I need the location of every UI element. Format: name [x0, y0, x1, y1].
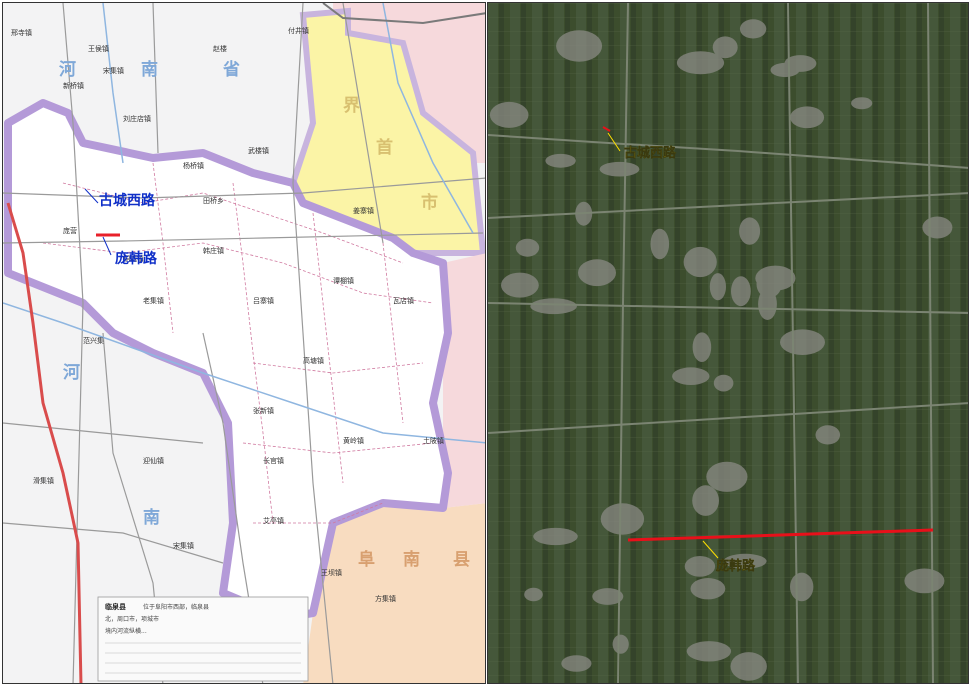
village-cluster [650, 228, 670, 260]
village-cluster [692, 332, 712, 363]
village-cluster [755, 265, 796, 291]
place-name: 宋集镇 [103, 66, 124, 75]
place-name: 老集镇 [143, 296, 164, 305]
village-cluster [922, 216, 953, 239]
region-char: 界 [343, 96, 360, 116]
village-cluster [686, 641, 732, 662]
village-cluster [545, 153, 576, 168]
region-char: 南 [403, 549, 420, 570]
place-name: 谭棚镇 [333, 276, 354, 285]
village-cluster [780, 329, 825, 356]
place-name: 张新镇 [253, 406, 274, 415]
village-cluster [815, 425, 841, 445]
map-comparison-figure: 河 南 省 界 首 市 河 南 阜 南 县 赵楼 付井镇 武楼镇 邢寺镇 王侯镇… [0, 0, 971, 686]
village-cluster [533, 527, 578, 546]
info-box-line: 境内河流纵横... [105, 627, 147, 635]
village-cluster [599, 161, 640, 177]
info-box-line: 位于阜阳市西部，临泉县 [143, 603, 209, 611]
place-name: 黄岭镇 [343, 436, 364, 445]
village-cluster [739, 19, 767, 39]
place-name: 姜寨镇 [353, 206, 374, 215]
region-char: 市 [421, 192, 438, 213]
place-name: 长官镇 [263, 456, 284, 465]
place-name: 王坝镇 [321, 568, 342, 577]
info-box-title: 临泉县 [105, 602, 126, 611]
info-box-line: 北，周口市，项城市 [105, 615, 159, 623]
satellite-image-panel: 古城西路 庞韩路 [487, 2, 969, 684]
village-cluster [790, 106, 825, 129]
village-cluster [566, 31, 585, 44]
place-name: 田桥乡 [203, 196, 224, 205]
village-cluster [684, 556, 716, 577]
village-cluster [515, 238, 540, 257]
region-char: 阜 [358, 549, 375, 570]
place-name: 高塘镇 [303, 356, 324, 365]
farmland-texture [488, 3, 968, 683]
place-name: 瓦店镇 [393, 296, 414, 305]
village-cluster [758, 288, 777, 320]
place-name: 付井镇 [288, 26, 309, 35]
village-cluster [489, 101, 529, 128]
county-info-box: 临泉县 位于阜阳市西部，临泉县 北，周口市，项城市 境内河流纵横... [97, 596, 309, 682]
village-cluster [672, 367, 710, 386]
village-cluster [530, 298, 577, 315]
place-name: 迎仙镇 [143, 456, 164, 465]
place-name: 吕寨镇 [253, 296, 274, 305]
satellite-label-panghan: 庞韩路 [716, 558, 756, 574]
village-cluster [706, 461, 748, 492]
village-cluster [600, 503, 645, 535]
place-name: 新桥镇 [63, 81, 84, 90]
region-char: 南 [141, 59, 158, 80]
place-name: 方集镇 [375, 594, 396, 603]
region-char: 南 [143, 507, 160, 528]
place-name: 王侯镇 [88, 44, 109, 53]
place-name: 范兴集 [83, 336, 104, 345]
region-char: 县 [453, 550, 470, 570]
village-cluster [692, 485, 719, 516]
place-name: 庞营 [63, 226, 77, 235]
village-cluster [904, 568, 945, 594]
village-cluster [683, 246, 717, 278]
satellite-image: 古城西路 庞韩路 [488, 3, 968, 683]
village-cluster [851, 97, 873, 110]
village-cluster [612, 634, 629, 654]
village-cluster [501, 272, 539, 298]
region-char: 河 [59, 60, 76, 80]
village-cluster [524, 587, 543, 602]
place-name: 邢寺镇 [11, 28, 32, 37]
administrative-map: 河 南 省 界 首 市 河 南 阜 南 县 赵楼 付井镇 武楼镇 邢寺镇 王侯镇… [3, 3, 485, 683]
place-name: 杨桥镇 [183, 161, 204, 170]
place-name: 土陂镇 [423, 436, 444, 445]
region-char: 河 [63, 363, 80, 383]
place-name: 武楼镇 [248, 146, 269, 155]
place-name: 韩庄镇 [203, 246, 224, 255]
village-cluster [731, 276, 751, 307]
village-cluster [676, 51, 725, 75]
region-char: 省 [222, 59, 240, 80]
road-label-panghan: 庞韩路 [115, 250, 158, 267]
village-cluster [578, 259, 616, 287]
road-label-gucheng-west: 古城西路 [99, 192, 156, 209]
village-cluster [739, 217, 761, 245]
village-cluster [770, 62, 800, 78]
village-cluster [713, 374, 734, 392]
satellite-label-gucheng-west: 古城西路 [624, 145, 677, 161]
region-char: 首 [376, 137, 393, 158]
village-cluster [790, 572, 814, 602]
place-name: 艾亭镇 [263, 516, 284, 525]
village-cluster [561, 655, 592, 672]
village-cluster [690, 578, 726, 600]
place-name: 滑集镇 [33, 476, 54, 485]
place-name: 宋集镇 [173, 541, 194, 550]
village-cluster [730, 652, 767, 681]
place-name: 赵楼 [213, 44, 227, 53]
place-name: 刘庄店镇 [123, 114, 151, 123]
administrative-map-panel: 河 南 省 界 首 市 河 南 阜 南 县 赵楼 付井镇 武楼镇 邢寺镇 王侯镇… [2, 2, 486, 684]
village-cluster [709, 273, 726, 301]
